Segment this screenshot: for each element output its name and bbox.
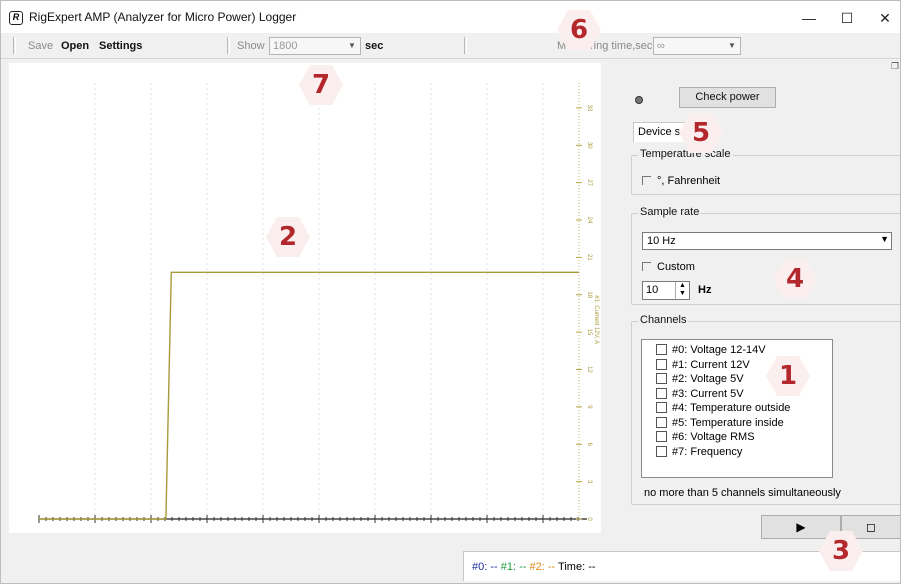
stepper-arrows-icon[interactable]: ▲ ▼ — [675, 282, 689, 299]
sample-rate-select[interactable]: 10 Hz ▼ — [642, 232, 892, 250]
show-unit-label: sec — [365, 40, 384, 52]
toolbar: Save Open Settings Show 1800 ▼ sec Measu… — [1, 33, 900, 59]
status-time-value: -- — [588, 561, 596, 573]
list-item[interactable]: #4: Temperature outside — [642, 402, 832, 417]
list-item[interactable]: #6: Voltage RMS — [642, 431, 832, 446]
channel-checkbox[interactable] — [656, 431, 667, 442]
stop-icon: ◻ — [866, 520, 876, 534]
y-axis-label: #1: Current 12V, A — [593, 295, 599, 344]
y-tick-label: 0 — [586, 517, 592, 521]
chart-grid — [94, 83, 544, 519]
chart-area[interactable]: 0 3 6 9 12 15 18 21 24 27 30 33 #1: Current 12V, A — [9, 63, 601, 533]
channel-checkbox[interactable] — [656, 344, 667, 355]
y-tick-label: 30 — [586, 142, 592, 149]
line-chart: 0 3 6 9 12 15 18 21 24 27 30 33 #1: Current 12V, A — [38, 83, 599, 523]
measuring-time-select[interactable]: ∞ ▼ — [653, 37, 741, 55]
channel-checkbox[interactable] — [656, 402, 667, 413]
y-tick-label: 6 — [586, 443, 592, 447]
toolbar-grip[interactable] — [464, 37, 467, 54]
channel-checkbox[interactable] — [656, 373, 667, 384]
list-item[interactable]: #3: Current 5V — [642, 387, 832, 403]
show-duration-value: 1800 — [273, 40, 298, 52]
status-ch1-label: #1: — [500, 561, 517, 573]
sample-rate-title: Sample rate — [638, 206, 702, 218]
list-item[interactable]: #0: Voltage 12-14V — [642, 344, 832, 359]
channels-limit-note: no more than 5 channels simultaneously — [644, 487, 841, 499]
status-ch0-value: -- — [490, 561, 498, 573]
power-indicator-icon — [635, 96, 643, 104]
chevron-down-icon: ▼ — [880, 234, 889, 244]
channel-checkbox[interactable] — [656, 387, 667, 399]
settings-button[interactable]: Settings — [99, 40, 142, 52]
save-button[interactable]: Save — [28, 40, 53, 52]
fahrenheit-label: °, Fahrenheit — [657, 175, 721, 187]
status-ch2-value: -- — [547, 561, 556, 573]
play-icon: ▶ — [796, 520, 806, 534]
maximize-button[interactable]: ☐ — [827, 5, 867, 31]
open-button[interactable]: Open — [61, 40, 89, 52]
fahrenheit-option[interactable]: °, Fahrenheit — [642, 175, 720, 187]
channel-label: #3: Current 5V — [672, 387, 744, 400]
y-tick-label: 27 — [586, 179, 592, 186]
app-logo-icon: R — [9, 11, 23, 25]
window-title: RigExpert AMP (Analyzer for Micro Power)… — [29, 10, 297, 24]
y-tick-label: 9 — [586, 405, 592, 409]
show-duration-select[interactable]: 1800 ▼ — [269, 37, 361, 55]
channel-label: #5: Temperature inside — [672, 416, 784, 429]
temperature-scale-group: Temperature scale °, Fahrenheit — [631, 148, 900, 195]
close-button[interactable]: ✕ — [865, 5, 900, 31]
y-tick-label: 3 — [586, 480, 592, 484]
measuring-time-value: ∞ — [657, 40, 665, 52]
y-tick-label: 21 — [586, 254, 592, 261]
temperature-scale-title: Temperature scale — [638, 148, 733, 160]
channel-label: #1: Current 12V — [672, 358, 750, 371]
custom-rate-option[interactable]: Custom — [642, 261, 695, 273]
y-tick-label: 33 — [586, 105, 592, 112]
toolbar-grip[interactable] — [227, 37, 230, 54]
series-line — [39, 271, 579, 520]
channels-title: Channels — [638, 314, 689, 326]
y-tick-label: 24 — [586, 217, 592, 224]
status-time-label: Time: — [558, 561, 586, 573]
status-ch1-value: -- — [519, 561, 527, 573]
channel-checkbox[interactable] — [656, 358, 667, 370]
custom-rate-stepper[interactable]: 10 ▲ ▼ — [642, 281, 690, 300]
channel-list[interactable]: #0: Voltage 12-14V #1: Current 12V #2: V… — [641, 339, 833, 478]
channel-label: #7: Frequency — [672, 445, 743, 458]
custom-rate-label: Custom — [657, 261, 695, 273]
chevron-down-icon: ▼ — [348, 41, 356, 50]
y-tick-label: 12 — [586, 366, 592, 373]
show-label: Show — [237, 40, 265, 52]
list-item[interactable]: #5: Temperature inside — [642, 416, 832, 432]
channel-label: #0: Voltage 12-14V — [672, 344, 766, 356]
y-tick-label: 18 — [586, 291, 592, 298]
sample-rate-group: Sample rate 10 Hz ▼ Custom 10 ▲ ▼ Hz — [631, 206, 900, 305]
sample-rate-value: 10 Hz — [647, 235, 676, 247]
list-item[interactable]: #7: Frequency — [642, 445, 832, 461]
app-window: R RigExpert AMP (Analyzer for Micro Powe… — [0, 0, 901, 584]
y-tick-label: 15 — [586, 329, 592, 336]
custom-rate-value: 10 — [646, 284, 659, 296]
hz-unit-label: Hz — [698, 284, 712, 296]
chevron-down-icon: ▼ — [728, 41, 736, 50]
fahrenheit-checkbox[interactable] — [642, 176, 651, 185]
series-lines — [39, 271, 579, 520]
channel-checkbox[interactable] — [656, 445, 667, 457]
status-ch0-label: #0: — [472, 561, 488, 573]
settings-panel: Check power Device s Temperature scale °… — [611, 63, 900, 543]
custom-rate-checkbox[interactable] — [642, 262, 651, 271]
channel-checkbox[interactable] — [656, 416, 667, 428]
channel-label: #6: Voltage RMS — [672, 431, 755, 443]
y-axis: 0 3 6 9 12 15 18 21 24 27 30 33 #1: Current 12V, A — [576, 83, 599, 521]
check-power-button[interactable]: Check power — [679, 87, 776, 108]
minimize-button[interactable]: — — [789, 5, 829, 31]
toolbar-grip[interactable] — [13, 37, 16, 54]
title-bar: R RigExpert AMP (Analyzer for Micro Powe… — [1, 1, 900, 33]
channel-label: #4: Temperature outside — [672, 402, 791, 414]
channel-label: #2: Voltage 5V — [672, 373, 744, 385]
status-ch2-label: #2: — [529, 561, 545, 573]
